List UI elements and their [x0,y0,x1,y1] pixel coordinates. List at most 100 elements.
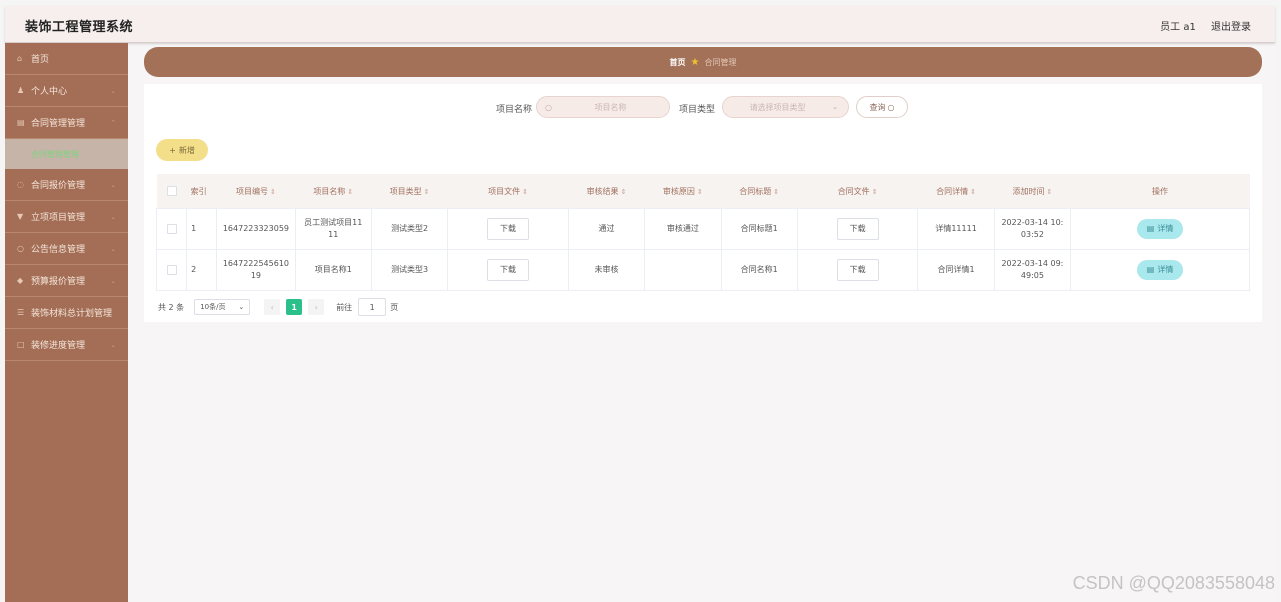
download-button[interactable]: 下载 [836,259,879,281]
download-button[interactable]: 下载 [487,259,530,281]
home-icon: ⌂ [17,54,23,63]
column-header-file[interactable]: 项目文件 ⇕ [447,174,569,209]
sort-icon[interactable]: ⇕ [872,188,878,196]
sidebar-item-material-plan[interactable]: ☰ 装饰材料总计划管理 [5,297,128,329]
sidebar-item-label: 合同报价管理 [31,181,86,191]
sort-icon[interactable]: ⇕ [424,188,430,196]
cell-time: 2022-03-14 10: 03:52 [994,208,1072,250]
chevron-down-icon: ⌄ [238,303,245,311]
sidebar-item-contract-management[interactable]: ▤ 合同管理管理 ⌃ [5,107,128,139]
query-label: 查询 [869,102,886,112]
sidebar-item-label: 个人中心 [31,87,68,97]
sidebar-item-contract-quote[interactable]: ◌ 合同报价管理 ⌄ [5,169,128,201]
select-all-checkbox[interactable] [156,174,187,209]
cell-contract-file: 下载 [797,208,919,250]
sidebar-item-label: 首页 [31,55,50,65]
notice-icon: ○ [17,244,24,253]
table-row: 2 1647222545610 19 项目名称1 测试类型3 下载 未审核 合同… [155,249,1250,291]
logout-link[interactable]: 退出登录 [1211,22,1251,33]
sidebar-item-label: 预算报价管理 [31,277,86,287]
search-form: 项目名称 ○ 项目名称 项目类型 请选择项目类型 ⌄ 查询 ○ [144,96,1262,120]
goto-page-input[interactable]: 1 [358,298,387,316]
sidebar-item-profile[interactable]: ♟ 个人中心 ⌄ [5,75,128,107]
page-number-current[interactable]: 1 [286,299,303,315]
column-header-index: 索引 [186,174,217,209]
folder-icon: ▤ [17,118,25,127]
column-header-result[interactable]: 审核结果 ⇕ [568,174,645,209]
app-title: 装饰工程管理系统 [25,20,134,35]
cell-action: ▤ 详情 [1070,249,1250,291]
sidebar-item-progress[interactable]: □ 装修进度管理 ⌄ [5,329,128,361]
sort-icon[interactable]: ⇕ [522,188,528,196]
download-button[interactable]: 下载 [487,218,530,240]
breadcrumb-home[interactable]: 首页 [670,57,686,68]
column-header-contract-file[interactable]: 合同文件 ⇕ [797,174,918,209]
sidebar-item-project-approval[interactable]: ▼ 立项项目管理 ⌄ [5,201,128,233]
cell-name: 员工测试项目11 11 [295,208,372,250]
project-type-label: 项目类型 [679,105,716,115]
app-frame: 装饰工程管理系统 员工 a1 退出登录 ⌂ 首页 ♟ 个人中心 ⌄ ▤ 合同管理… [5,6,1275,602]
cell-name: 项目名称1 [295,249,372,291]
page-suffix: 页 [390,302,399,312]
current-user: 员工 a1 [1160,22,1196,33]
column-header-reason[interactable]: 审核原因 ⇕ [644,174,722,209]
detail-button[interactable]: ▤ 详情 [1137,219,1184,239]
column-header-title[interactable]: 合同标题 ⇕ [721,174,798,209]
page-size-select[interactable]: 10条/页 ⌄ [194,299,251,315]
sidebar-item-home[interactable]: ⌂ 首页 [5,43,128,75]
sort-icon[interactable]: ⇕ [347,188,353,196]
column-header-type[interactable]: 项目类型 ⇕ [371,174,448,209]
cell-detail: 详情11111 [917,208,995,250]
chevron-up-icon: ⌃ [110,118,116,127]
download-button[interactable]: 下载 [836,218,879,240]
sidebar: ⌂ 首页 ♟ 个人中心 ⌄ ▤ 合同管理管理 ⌃ 合同管理管理 ◌ 合同报价管理… [5,43,128,602]
pagination: 共 2 条 10条/页 ⌄ ‹ 1 › 前往 1 页 [158,298,398,316]
next-page-button[interactable]: › [308,299,325,315]
project-name-placeholder: 项目名称 [594,102,627,112]
project-type-select[interactable]: 请选择项目类型 ⌄ [722,96,849,118]
chevron-down-icon: ⌄ [110,276,116,285]
chevron-down-icon: ⌄ [110,340,116,349]
sidebar-item-notice[interactable]: ○ 公告信息管理 ⌄ [5,233,128,265]
cell-code: 1647222545610 19 [216,249,296,291]
column-header-code[interactable]: 项目编号 ⇕ [216,174,296,209]
cell-time: 2022-03-14 09: 49:05 [994,249,1072,291]
cell-contract-file: 下载 [797,249,919,291]
sort-icon[interactable]: ⇕ [970,188,976,196]
sort-icon[interactable]: ⇕ [697,188,703,196]
row-checkbox[interactable] [155,208,188,250]
sort-icon[interactable]: ⇕ [270,188,276,196]
progress-icon: □ [17,340,25,349]
sort-icon[interactable]: ⇕ [621,188,627,196]
column-header-detail[interactable]: 合同详情 ⇕ [917,174,995,209]
chevron-down-icon: ⌄ [110,180,116,189]
column-header-name[interactable]: 项目名称 ⇕ [295,174,372,209]
chevron-down-icon: ⌄ [110,244,116,253]
cell-file: 下载 [447,208,569,250]
star-icon: ★ [690,56,700,68]
column-header-action: 操作 [1070,174,1250,209]
chevron-down-icon: ⌄ [110,212,116,221]
cell-reason: 审核通过 [644,208,722,250]
sidebar-item-label: 合同管理管理 [31,119,86,129]
column-header-time[interactable]: 添加时间 ⇕ [994,174,1071,209]
detail-button[interactable]: ▤ 详情 [1137,260,1184,280]
project-name-input[interactable]: ○ 项目名称 [536,96,670,118]
query-button[interactable]: 查询 ○ [856,96,908,118]
add-button[interactable]: + 新增 [156,139,208,161]
detail-label: 详情 [1157,265,1174,274]
sidebar-item-label: 立项项目管理 [31,213,86,223]
prev-page-button[interactable]: ‹ [264,299,281,315]
sort-icon[interactable]: ⇕ [773,188,779,196]
cell-reason [644,249,722,291]
sidebar-item-budget[interactable]: ◆ 预算报价管理 ⌄ [5,265,128,297]
watermark: CSDN @QQ2083558048 [1072,573,1275,593]
sort-icon[interactable]: ⇕ [1046,188,1052,196]
breadcrumb-current: 合同管理 [704,57,737,67]
cell-title: 合同名称1 [721,249,798,291]
document-icon: ▤ [1146,265,1155,274]
flag-icon: ▼ [17,212,24,221]
row-checkbox[interactable] [155,249,188,291]
pagination-total: 共 2 条 [158,302,185,312]
sidebar-subitem-contract-management[interactable]: 合同管理管理 [5,139,128,169]
